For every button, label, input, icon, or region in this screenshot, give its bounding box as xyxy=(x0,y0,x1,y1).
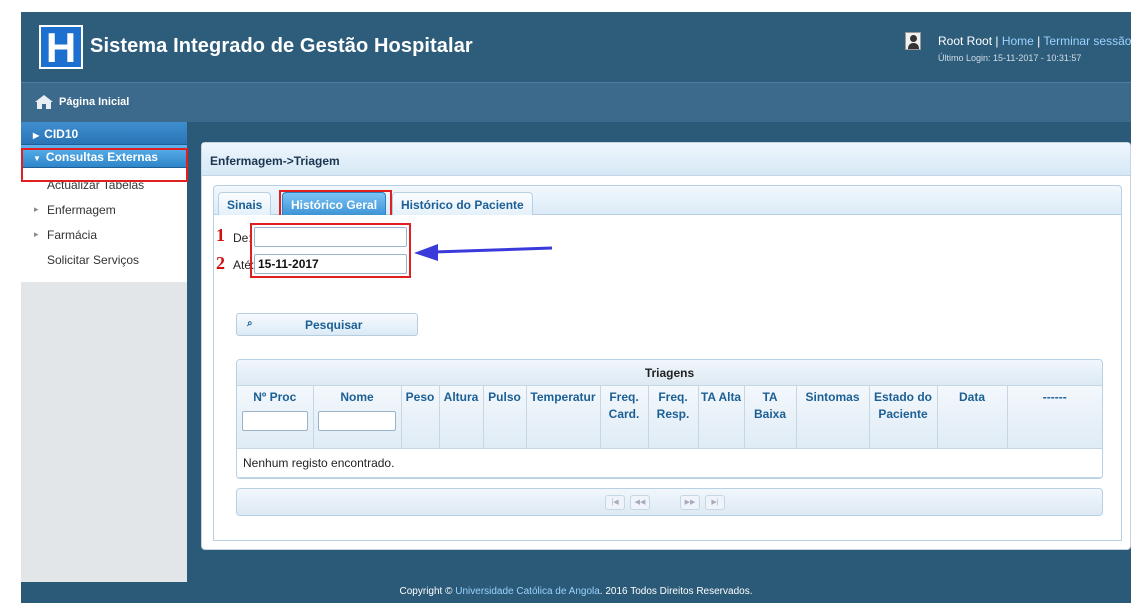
sidebar-item-enfermagem[interactable]: Enfermagem xyxy=(21,199,187,224)
chevron-right-icon: ▶ xyxy=(33,131,40,140)
home-link[interactable]: Home xyxy=(1002,34,1034,48)
tab-historico-paciente[interactable]: Histórico do Paciente xyxy=(392,192,533,216)
sidebar-item-solicitar-servicos[interactable]: Solicitar Serviços xyxy=(21,249,187,274)
first-page-icon[interactable]: |◀ xyxy=(605,495,625,510)
column-header[interactable]: Nome xyxy=(313,386,402,449)
separator: | xyxy=(992,34,1002,48)
home-nav-link[interactable]: Página Inicial xyxy=(59,96,129,108)
last-login: Último Login: 15-11-2017 - 10:31:57 xyxy=(938,53,1082,63)
app-header: H Sistema Integrado de Gestão Hospitalar… xyxy=(21,12,1131,82)
column-header[interactable]: Nº Proc xyxy=(237,386,314,449)
logo-letter: H xyxy=(45,24,77,71)
footer: Copyright © Universidade Católica de Ang… xyxy=(21,582,1131,603)
column-header[interactable]: Freq. Card. xyxy=(600,386,649,449)
triagens-table: Nº Proc Nome Peso Altura Pulso Temperatu… xyxy=(237,386,1102,478)
column-label: Nº Proc xyxy=(253,390,297,404)
column-header[interactable]: Altura xyxy=(439,386,484,449)
column-header[interactable]: Peso xyxy=(401,386,440,449)
column-header[interactable]: Temperatur xyxy=(526,386,601,449)
highlight-box xyxy=(250,223,411,278)
tab-sinais[interactable]: Sinais xyxy=(218,192,272,216)
user-name: Root Root xyxy=(938,34,993,48)
top-navbar: Página Inicial xyxy=(21,82,1131,122)
table-row: Nenhum registo encontrado. xyxy=(237,448,1102,478)
footer-org-link[interactable]: Universidade Católica de Angola xyxy=(455,586,600,597)
annotation-number: 1 xyxy=(216,225,225,245)
tab-panel: 1 De: 2 Até: 15-11-2017 ⌕ Pesquisar Tria… xyxy=(213,215,1122,541)
sidebar-group-label: CID10 xyxy=(44,127,79,141)
hospital-logo[interactable]: H xyxy=(39,25,83,69)
sidebar-submenu: Actualizar Tabelas Enfermagem Farmácia S… xyxy=(21,168,187,282)
sidebar-item-farmacia[interactable]: Farmácia xyxy=(21,224,187,249)
app-title: Sistema Integrado de Gestão Hospitalar xyxy=(90,35,473,57)
search-button-label: Pesquisar xyxy=(305,318,363,332)
logout-link[interactable]: Terminar sessão xyxy=(1043,34,1131,48)
separator: | xyxy=(1033,34,1044,48)
prev-page-icon[interactable]: ◀◀ xyxy=(630,495,650,510)
empty-message: Nenhum registo encontrado. xyxy=(237,448,1102,478)
column-label: Nome xyxy=(340,390,374,404)
last-page-icon[interactable]: ▶| xyxy=(705,495,725,510)
sidebar: ▶ CID10 ▼ Consultas Externas Actualizar Ta… xyxy=(21,122,187,582)
column-header[interactable]: Pulso xyxy=(483,386,527,449)
footer-suffix: . 2016 Todos Direitos Reservados. xyxy=(599,586,753,597)
user-links: Root Root | Home | Terminar sessão xyxy=(938,34,1131,48)
page-title: Enfermagem->Triagem xyxy=(202,143,1130,176)
column-header[interactable]: Estado do Paciente xyxy=(869,386,938,449)
arrow-icon xyxy=(414,244,553,261)
search-icon: ⌕ xyxy=(247,318,253,329)
column-header[interactable]: TA Alta xyxy=(698,386,745,449)
app-frame: H Sistema Integrado de Gestão Hospitalar… xyxy=(21,12,1131,603)
main-panel: Enfermagem->Triagem Sinais Histórico Ger… xyxy=(201,142,1131,550)
user-icon xyxy=(905,32,921,50)
sidebar-group-cid10[interactable]: ▶ CID10 xyxy=(21,122,187,145)
footer-prefix: Copyright © xyxy=(399,586,456,597)
column-header[interactable]: TA Baixa xyxy=(744,386,797,449)
grid-title: Triagens xyxy=(237,360,1102,386)
triagens-grid: Triagens Nº Proc Nome Peso Altura Pulso … xyxy=(236,359,1103,479)
from-label: De: xyxy=(233,231,252,245)
next-page-icon[interactable]: ▶▶ xyxy=(680,495,700,510)
column-header[interactable]: ------ xyxy=(1007,386,1102,449)
nproc-filter-input[interactable] xyxy=(241,411,308,431)
search-button[interactable]: ⌕ Pesquisar xyxy=(236,313,418,336)
nome-filter-input[interactable] xyxy=(318,411,396,431)
highlight-box xyxy=(21,148,188,182)
column-header[interactable]: Data xyxy=(937,386,1008,449)
column-header[interactable]: Freq. Resp. xyxy=(648,386,699,449)
home-icon[interactable] xyxy=(34,94,54,110)
paginator: |◀ ◀◀ ▶▶ ▶| xyxy=(236,488,1103,516)
annotation-number: 2 xyxy=(216,253,225,273)
column-header[interactable]: Sintomas xyxy=(796,386,870,449)
